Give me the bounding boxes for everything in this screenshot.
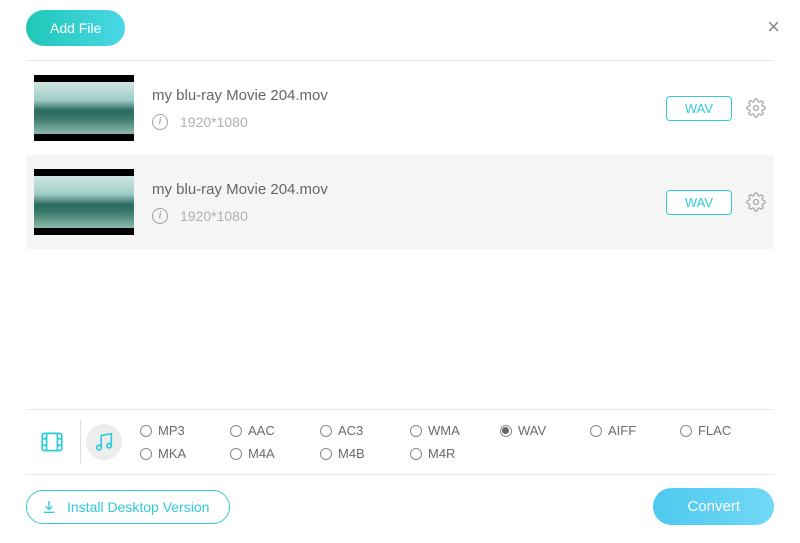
format-option-aiff[interactable]: AIFF	[590, 423, 680, 438]
format-option-flac[interactable]: FLAC	[680, 423, 770, 438]
info-icon[interactable]: i	[152, 208, 168, 224]
divider	[80, 420, 81, 464]
file-resolution: 1920*1080	[180, 114, 248, 130]
audio-tab[interactable]	[86, 424, 122, 460]
video-tab[interactable]	[34, 424, 70, 460]
download-icon	[41, 499, 57, 515]
format-button[interactable]: WAV	[666, 96, 732, 121]
format-option-m4r[interactable]: M4R	[410, 446, 500, 461]
info-icon[interactable]: i	[152, 114, 168, 130]
file-list: my blu-ray Movie 204.mov i 1920*1080 WAV…	[26, 61, 774, 249]
format-option-mp3[interactable]: MP3	[140, 423, 230, 438]
file-name: my blu-ray Movie 204.mov	[152, 181, 666, 198]
file-row[interactable]: my blu-ray Movie 204.mov i 1920*1080 WAV	[26, 61, 774, 155]
add-file-button[interactable]: Add File	[26, 10, 125, 46]
format-bar: MP3 AAC AC3 WMA WAV AIFF FLAC MKA M4A M4…	[26, 409, 774, 475]
format-option-mka[interactable]: MKA	[140, 446, 230, 461]
format-option-wav[interactable]: WAV	[500, 423, 590, 438]
gear-icon[interactable]	[746, 192, 766, 212]
video-thumbnail	[34, 75, 134, 141]
file-name: my blu-ray Movie 204.mov	[152, 87, 666, 104]
format-option-aac[interactable]: AAC	[230, 423, 320, 438]
file-row[interactable]: my blu-ray Movie 204.mov i 1920*1080 WAV	[26, 155, 774, 249]
format-option-wma[interactable]: WMA	[410, 423, 500, 438]
file-resolution: 1920*1080	[180, 208, 248, 224]
install-desktop-button[interactable]: Install Desktop Version	[26, 490, 230, 524]
format-row: MP3 AAC AC3 WMA WAV AIFF FLAC	[140, 423, 770, 438]
format-button[interactable]: WAV	[666, 190, 732, 215]
format-option-m4b[interactable]: M4B	[320, 446, 410, 461]
video-thumbnail	[34, 169, 134, 235]
convert-button[interactable]: Convert	[653, 488, 774, 525]
format-option-m4a[interactable]: M4A	[230, 446, 320, 461]
gear-icon[interactable]	[746, 98, 766, 118]
format-option-ac3[interactable]: AC3	[320, 423, 410, 438]
close-icon[interactable]: ×	[767, 16, 780, 38]
format-row: MKA M4A M4B M4R	[140, 446, 770, 461]
install-desktop-label: Install Desktop Version	[67, 499, 209, 515]
